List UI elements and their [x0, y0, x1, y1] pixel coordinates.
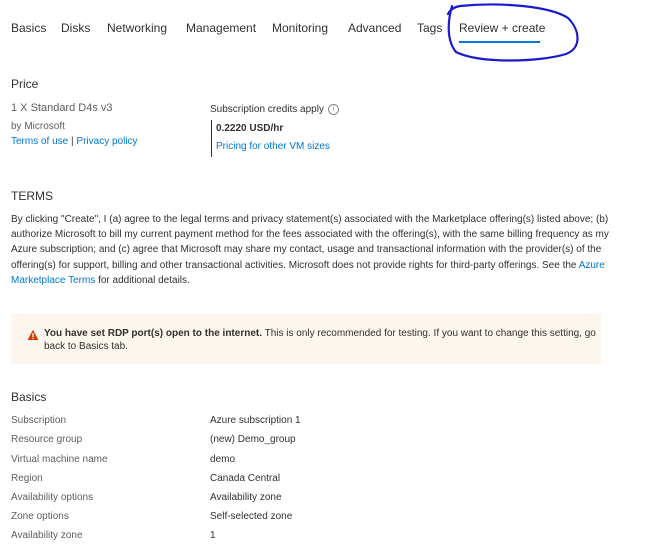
row-label-region: Region: [11, 473, 43, 484]
tab-tags[interactable]: Tags: [417, 20, 442, 36]
row-value-resource-group: (new) Demo_group: [210, 434, 296, 445]
row-label-resource-group: Resource group: [11, 434, 83, 445]
terms-of-use-link[interactable]: Terms of use: [11, 136, 68, 147]
row-label-vm-name: Virtual machine name: [11, 454, 108, 465]
link-separator: |: [71, 136, 74, 147]
price-amount: 0.2220 USD/hr: [216, 123, 284, 134]
tab-networking[interactable]: Networking: [107, 20, 167, 36]
warning-bold-text: You have set RDP port(s) open to the int…: [44, 328, 262, 339]
privacy-policy-link[interactable]: Privacy policy: [76, 136, 137, 147]
tab-monitoring[interactable]: Monitoring: [272, 20, 328, 36]
row-label-availability-options: Availability options: [11, 492, 94, 503]
price-heading: Price: [11, 77, 39, 91]
info-icon[interactable]: i: [328, 104, 339, 115]
warning-icon: [27, 329, 39, 340]
publisher: by Microsoft: [11, 121, 65, 132]
tab-disks[interactable]: Disks: [61, 20, 90, 36]
row-label-availability-zone: Availability zone: [11, 530, 83, 541]
product-name: 1 X Standard D4s v3: [11, 102, 113, 114]
row-value-zone-options: Self-selected zone: [210, 511, 293, 522]
pricing-other-sizes-link[interactable]: Pricing for other VM sizes: [216, 140, 330, 154]
terms-heading: TERMS: [11, 189, 53, 203]
basics-heading: Basics: [11, 390, 47, 404]
row-label-subscription: Subscription: [11, 415, 67, 426]
warning-banner: You have set RDP port(s) open to the int…: [11, 314, 601, 364]
credits-label: Subscription credits apply: [210, 104, 324, 115]
tab-management[interactable]: Management: [186, 20, 256, 36]
row-value-availability-zone: 1: [210, 530, 216, 541]
row-value-vm-name: demo: [210, 454, 236, 465]
terms-body: By clicking "Create", I (a) agree to the…: [11, 212, 611, 288]
row-value-availability-options: Availability zone: [210, 492, 282, 503]
tab-review-create[interactable]: Review + create: [459, 20, 545, 36]
tab-basics[interactable]: Basics: [11, 20, 46, 36]
price-divider: [211, 120, 212, 157]
active-tab-indicator: [459, 41, 540, 43]
terms-text-part2: for additional details.: [95, 274, 190, 286]
row-value-subscription: Azure subscription 1: [210, 415, 301, 426]
terms-text-part1: By clicking "Create", I (a) agree to the…: [11, 214, 609, 271]
tab-advanced[interactable]: Advanced: [348, 20, 401, 36]
row-value-region: Canada Central: [210, 473, 281, 484]
price-links: Terms of use | Privacy policy: [11, 135, 138, 149]
warning-message: You have set RDP port(s) open to the int…: [44, 327, 596, 353]
row-label-zone-options: Zone options: [11, 511, 69, 522]
